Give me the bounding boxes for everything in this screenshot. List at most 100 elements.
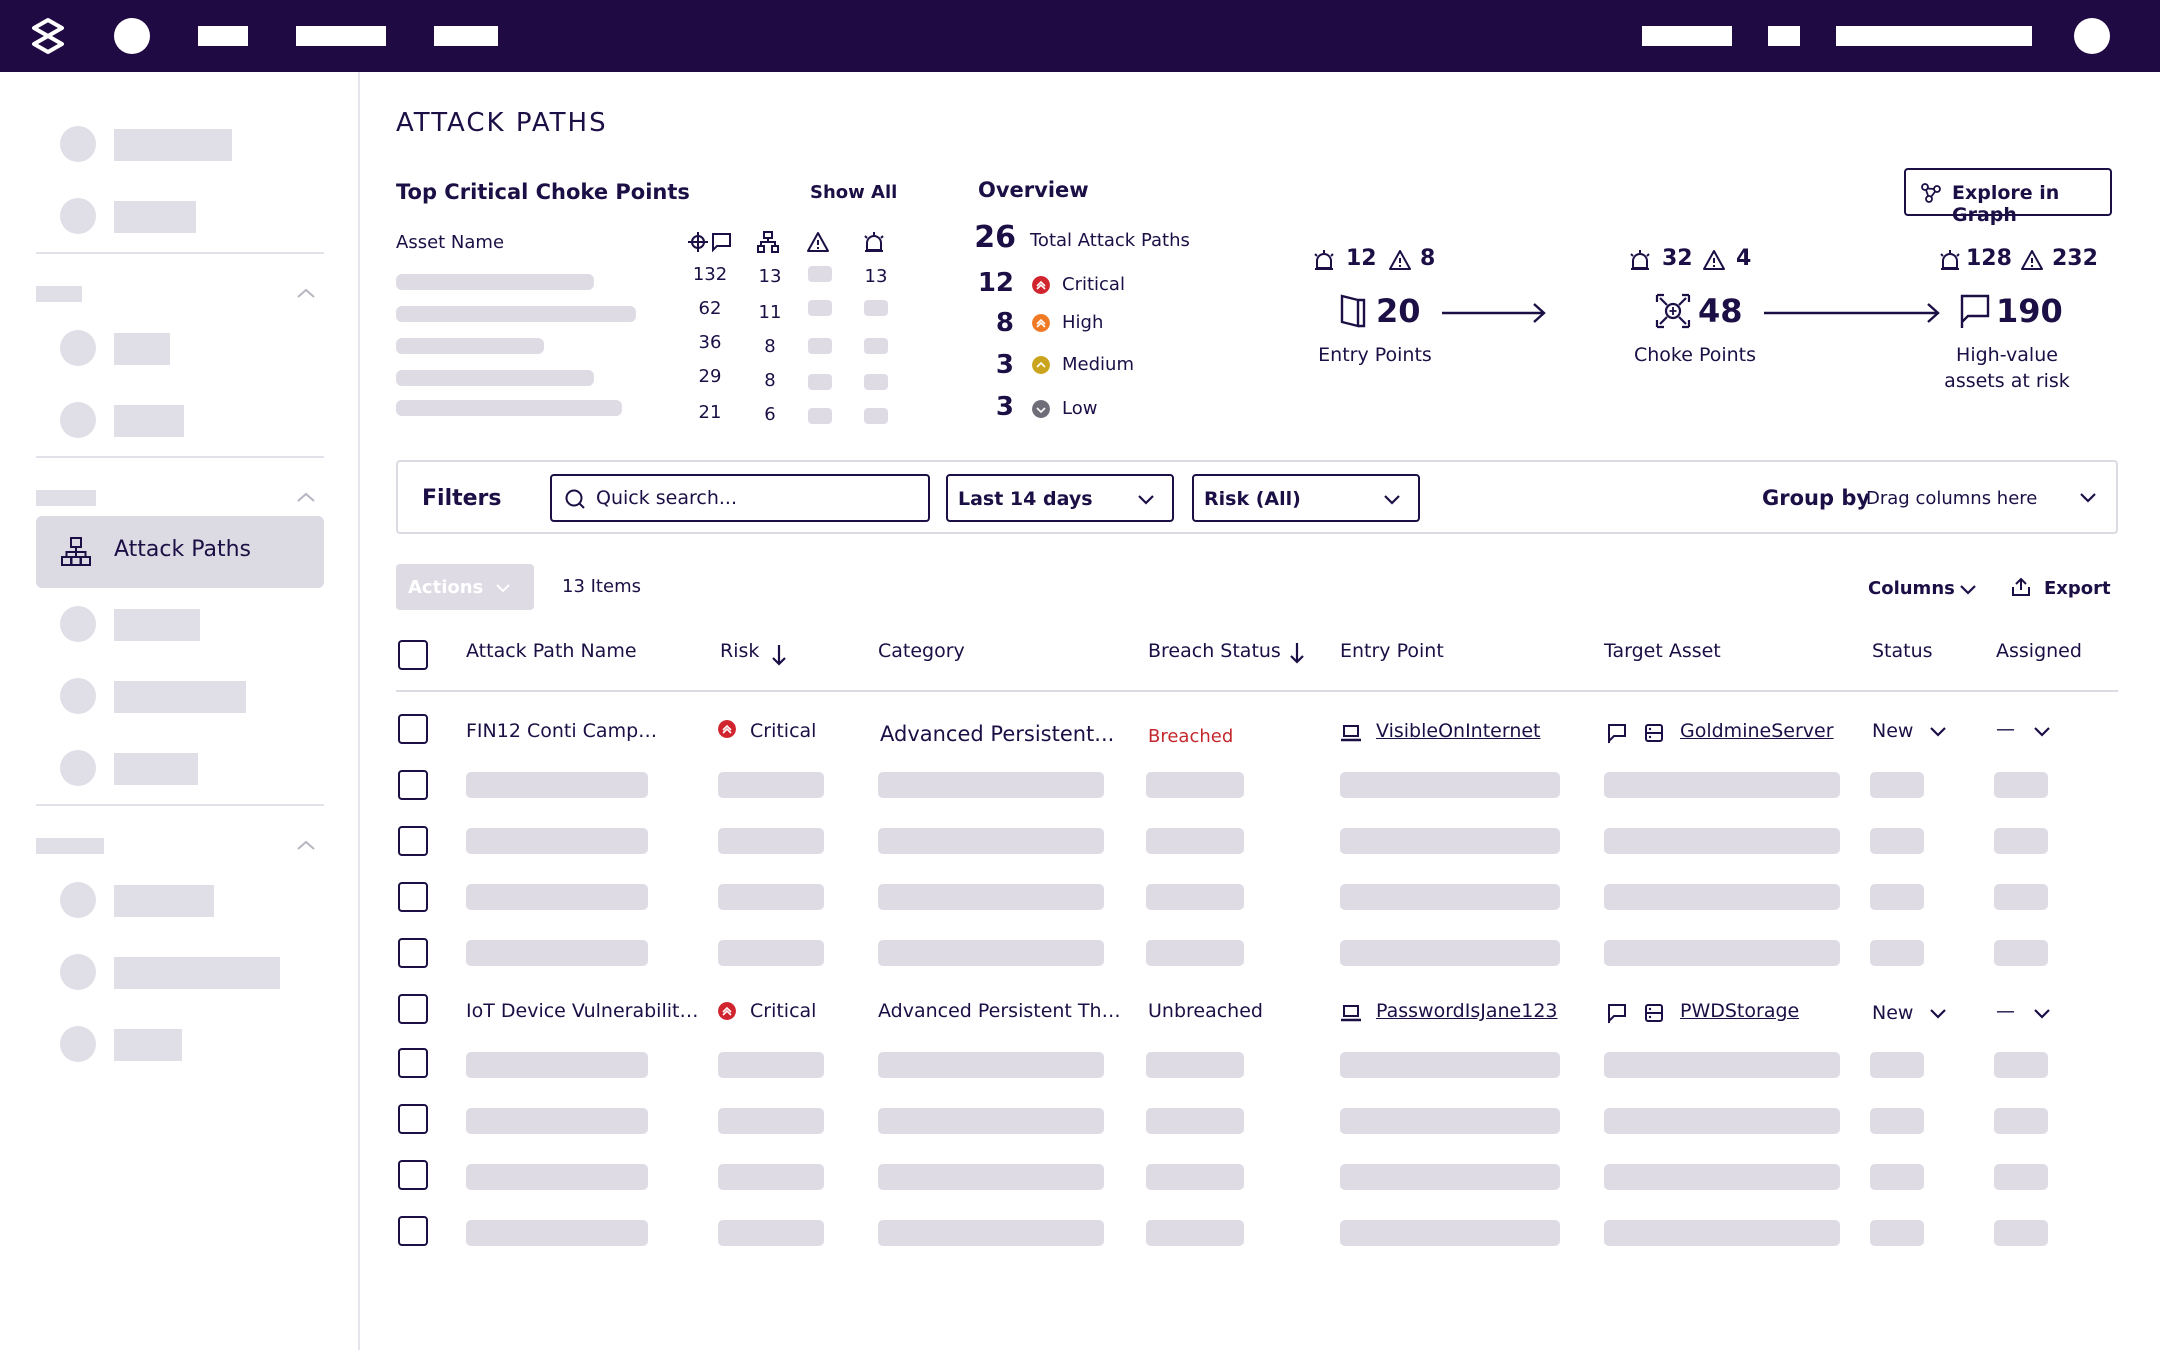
show-all-link[interactable]: Show All <box>810 182 897 203</box>
row-checkbox[interactable] <box>398 1160 428 1190</box>
chevron-up-icon[interactable] <box>295 490 317 504</box>
column-header-breach-status[interactable]: Breach Status <box>1148 640 1281 662</box>
choke-alarm-count: 32 <box>1662 246 1693 271</box>
row-checkbox[interactable] <box>398 1104 428 1134</box>
sort-descending-icon[interactable] <box>770 642 788 668</box>
sidebar-item[interactable] <box>0 196 360 236</box>
row-checkbox[interactable] <box>398 826 428 856</box>
table-row-placeholder <box>1870 1164 1924 1190</box>
table-row-placeholder <box>878 1052 1104 1078</box>
nav-item-placeholder[interactable] <box>1768 26 1800 46</box>
chevron-down-icon[interactable] <box>2032 724 2052 738</box>
sidebar-item[interactable] <box>0 748 360 788</box>
sidebar-item[interactable] <box>0 1024 360 1064</box>
table-row-placeholder <box>1604 940 1840 966</box>
status-value[interactable]: New <box>1872 720 1913 742</box>
overview-title: Overview <box>978 178 1089 202</box>
table-row-placeholder <box>878 1220 1104 1246</box>
low-label: Low <box>1062 398 1098 419</box>
column-header-risk[interactable]: Risk <box>720 640 759 662</box>
critical-label: Critical <box>1062 274 1125 295</box>
group-by-label: Group by <box>1762 486 1871 510</box>
sidebar-item[interactable] <box>0 676 360 716</box>
nav-avatar-placeholder[interactable] <box>114 18 150 54</box>
chevron-down-icon[interactable] <box>2032 1006 2052 1020</box>
column-header-status[interactable]: Status <box>1872 640 1933 662</box>
high-severity-icon <box>1032 314 1050 332</box>
sidebar-item[interactable] <box>0 880 360 920</box>
entry-point-link[interactable]: VisibleOnInternet <box>1376 720 1541 742</box>
row-checkbox[interactable] <box>398 938 428 968</box>
column-header-attack-path-name[interactable]: Attack Path Name <box>466 640 637 662</box>
assigned-value[interactable]: — <box>1996 1000 2015 1022</box>
row-checkbox[interactable] <box>398 994 428 1024</box>
table-row-placeholder <box>1870 1220 1924 1246</box>
user-avatar[interactable] <box>2074 18 2110 54</box>
sidebar-item[interactable] <box>0 952 360 992</box>
sidebar-item[interactable] <box>0 124 360 164</box>
table-row-placeholder <box>1994 884 2048 910</box>
column-header-entry-point[interactable]: Entry Point <box>1340 640 1444 662</box>
export-button[interactable]: Export <box>2044 578 2111 599</box>
quick-search-input[interactable] <box>596 484 916 512</box>
target-asset-link[interactable]: GoldmineServer <box>1680 720 1834 742</box>
quick-search-field[interactable] <box>550 474 930 522</box>
chevron-down-icon[interactable] <box>1928 1006 1948 1020</box>
export-icon[interactable] <box>2010 576 2032 598</box>
table-row-placeholder <box>1146 1108 1244 1134</box>
choke-row-value: 13 <box>758 266 782 287</box>
columns-button[interactable]: Columns <box>1868 578 1955 599</box>
risk-select[interactable]: Risk (All) <box>1192 474 1420 522</box>
sidebar-item-attack-paths[interactable]: Attack Paths <box>36 516 324 588</box>
row-checkbox[interactable] <box>398 1216 428 1246</box>
table-row-placeholder <box>718 828 824 854</box>
explore-in-graph-button[interactable]: Explore in Graph <box>1904 168 2112 226</box>
row-checkbox[interactable] <box>398 714 428 744</box>
high-value-assets-label-line1: High-value <box>1956 344 2058 366</box>
sidebar: Attack Paths <box>0 72 360 1350</box>
page-title: ATTACK PATHS <box>396 108 608 138</box>
chevron-down-icon[interactable] <box>1958 582 1978 596</box>
assigned-value[interactable]: — <box>1996 718 2015 740</box>
group-by-dropzone[interactable]: Drag columns here <box>1866 488 2037 509</box>
warning-icon <box>1703 250 1725 270</box>
chevron-down-icon[interactable] <box>1928 724 1948 738</box>
table-row-placeholder <box>1870 828 1924 854</box>
nav-item-placeholder[interactable] <box>1642 26 1732 46</box>
column-header-target-asset[interactable]: Target Asset <box>1604 640 1721 662</box>
attack-path-name[interactable]: FIN12 Conti Campaign <box>466 720 666 742</box>
table-row-placeholder <box>1340 1052 1560 1078</box>
row-checkbox[interactable] <box>398 770 428 800</box>
row-checkbox[interactable] <box>398 882 428 912</box>
alarm-icon <box>1314 250 1334 270</box>
sidebar-item[interactable] <box>0 400 360 440</box>
high-label: High <box>1062 312 1104 333</box>
nav-item-placeholder[interactable] <box>1836 26 2032 46</box>
nav-item-placeholder[interactable] <box>434 26 498 46</box>
nav-item-placeholder[interactable] <box>198 26 248 46</box>
row-checkbox[interactable] <box>398 1048 428 1078</box>
chevron-up-icon[interactable] <box>295 838 317 852</box>
sidebar-item[interactable] <box>0 604 360 644</box>
choke-row-value: 21 <box>698 402 722 423</box>
actions-button[interactable]: Actions <box>396 564 534 610</box>
app-logo-icon[interactable] <box>30 18 66 54</box>
date-range-select[interactable]: Last 14 days <box>946 474 1174 522</box>
chevron-down-icon[interactable] <box>2078 490 2098 504</box>
nav-item-placeholder[interactable] <box>296 26 386 46</box>
assets-warning-count: 232 <box>2052 246 2098 271</box>
table-row-placeholder <box>1604 884 1840 910</box>
laptop-icon <box>1341 725 1361 742</box>
table-row-placeholder <box>1994 940 2048 966</box>
target-asset-link[interactable]: PWDStorage <box>1680 1000 1799 1022</box>
attack-path-name[interactable]: IoT Device Vulnerability t... <box>466 1000 706 1022</box>
chevron-up-icon[interactable] <box>295 286 317 300</box>
sort-descending-icon[interactable] <box>1288 640 1306 666</box>
column-header-category[interactable]: Category <box>878 640 965 662</box>
entry-point-link[interactable]: PasswordIsJane123 <box>1376 1000 1558 1022</box>
sidebar-item[interactable] <box>0 328 360 368</box>
choke-points-label: Choke Points <box>1633 344 1757 366</box>
select-all-checkbox[interactable] <box>398 640 428 670</box>
status-value[interactable]: New <box>1872 1002 1913 1024</box>
column-header-assigned[interactable]: Assigned <box>1996 640 2082 662</box>
